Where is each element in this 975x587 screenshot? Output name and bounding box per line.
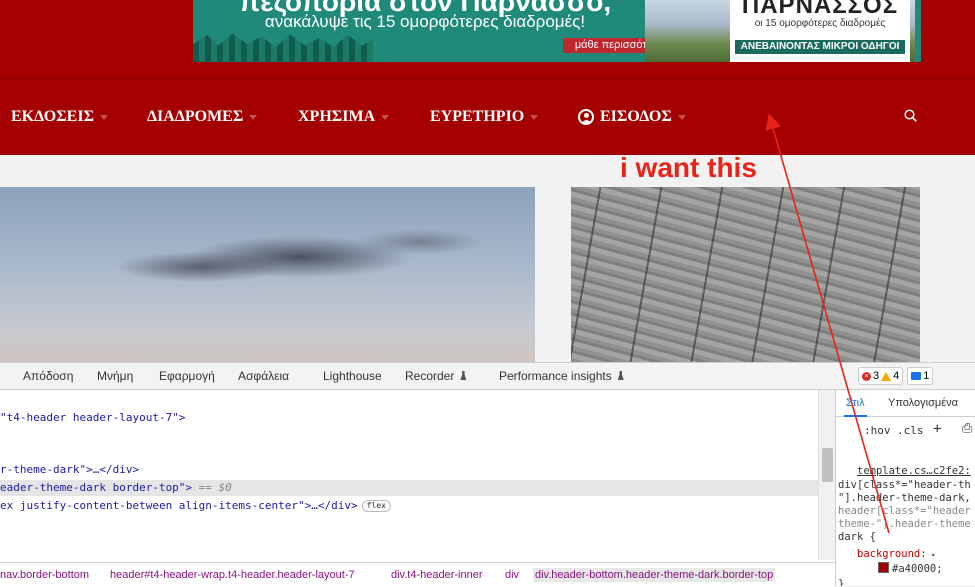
tab-computed[interactable]: Υπολογισμένα	[888, 397, 958, 409]
error-warning-badge[interactable]: × 3 4	[858, 367, 904, 385]
flask-icon	[617, 371, 624, 380]
dom-node-line[interactable]: r-theme-dark">…</div>	[0, 462, 139, 478]
ad-forest-illustration	[193, 33, 373, 62]
css-property-name[interactable]: background:	[857, 548, 927, 560]
search-icon[interactable]	[904, 109, 917, 122]
nav-item-label: ΔΙΑΔΡΟΜΕΣ	[147, 108, 244, 125]
messages-badge[interactable]: 1	[907, 367, 934, 385]
caret-down-icon	[530, 114, 539, 120]
nav-item-label: ΕΚΔΟΣΕΙΣ	[11, 108, 95, 125]
breadcrumb: nav.border-bottom header#t4-header-wrap.…	[0, 562, 835, 587]
selector-line: div[class*="header-th	[838, 479, 971, 491]
add-rule-icon[interactable]: +	[933, 421, 941, 437]
hero-image-sky[interactable]	[0, 187, 535, 362]
devtools-tab-bar: Απόδοση Μνήμη Εφαρμογή Ασφάλεια Lighthou…	[0, 363, 975, 390]
user-circle-icon	[578, 109, 594, 125]
devtools-panel: Απόδοση Μνήμη Εφαρμογή Ασφάλεια Lighthou…	[0, 362, 975, 587]
tab-label: Recorder	[405, 369, 455, 383]
nav-item-eisodos[interactable]: ΕΙΣΟΔΟΣ	[578, 107, 686, 127]
ad-subheadline: ανακάλυψε τις 15 ομορφότερες διαδρομές!	[264, 12, 586, 31]
breadcrumb-item[interactable]: div.t4-header-inner	[391, 569, 483, 581]
elements-tree: "t4-header header-layout-7"> r-theme-dar…	[0, 390, 835, 560]
selector-line: dark {	[838, 531, 876, 543]
breadcrumb-item[interactable]: div	[505, 569, 519, 581]
print-icon[interactable]: ⎙	[962, 421, 972, 436]
caret-down-icon	[381, 114, 390, 120]
caret-down-icon	[249, 114, 258, 120]
selector-line: header[class*="header	[838, 505, 971, 517]
elements-scrollbar[interactable]	[818, 390, 836, 560]
error-count: 3	[873, 370, 880, 382]
styles-pane: Στιλ Υπολογισμένα :hov .cls + ⎙ template…	[835, 390, 975, 586]
nav-item-eyretirio[interactable]: ΕΥΡΕΤΗΡΙΟ	[430, 107, 539, 127]
rock-image[interactable]	[571, 187, 920, 362]
flask-icon	[460, 371, 467, 380]
error-icon: ×	[862, 371, 871, 381]
cls-toggle[interactable]: .cls	[897, 424, 924, 437]
tab-memory[interactable]: Μνήμη	[97, 369, 133, 383]
scrollbar-thumb[interactable]	[822, 448, 833, 482]
tab-recorder[interactable]: Recorder	[405, 369, 467, 383]
flex-badge[interactable]: flex	[361, 500, 391, 512]
tab-security[interactable]: Ασφάλεια	[238, 369, 289, 383]
selector-line: "].header-theme-dark,	[838, 492, 971, 504]
advertisement-banner[interactable]: πεζοπορία στον Παρνασσό, ανακάλυψε τις 1…	[193, 0, 921, 62]
ad-brand-block: ΠΑΡΝΑΣΣΟΣ οι 15 ομορφότερες διαδρομές ΑΝ…	[730, 0, 910, 62]
tab-performance[interactable]: Απόδοση	[23, 369, 73, 383]
color-swatch[interactable]	[878, 562, 889, 573]
tab-application[interactable]: Εφαρμογή	[159, 369, 215, 383]
top-banner-bar: πεζοπορία στον Παρνασσό, ανακάλυψε τις 1…	[0, 0, 975, 78]
main-navigation: ΕΚΔΟΣΕΙΣ ΔΙΑΔΡΟΜΕΣ ΧΡΗΣΙΜΑ ΕΥΡΕΤΗΡΙΟ ΕΙΣ…	[0, 78, 975, 155]
caret-down-icon	[100, 114, 109, 120]
ad-brand-title: ΠΑΡΝΑΣΣΟΣ	[741, 0, 899, 19]
nav-item-diadromes[interactable]: ΔΙΑΔΡΟΜΕΣ	[147, 107, 258, 127]
dom-node-text: "t4-header header-layout-7">	[0, 411, 186, 424]
ad-brand-strip: ΑΝΕΒΑΙΝΟΝΤΑΣ ΜΙΚΡΟΙ ΟΔΗΓΟΙ	[735, 40, 905, 54]
warning-icon	[881, 371, 892, 381]
message-icon	[911, 372, 922, 380]
tab-performance-insights[interactable]: Performance insights	[499, 369, 624, 383]
breadcrumb-item-active[interactable]: div.header-bottom.header-theme-dark.bord…	[533, 568, 776, 582]
selector-line: theme-"].header-theme	[838, 518, 971, 530]
caret-down-icon	[677, 114, 686, 120]
nav-item-label: ΕΥΡΕΤΗΡΙΟ	[430, 108, 525, 125]
breadcrumb-item[interactable]: header#t4-header-wrap.t4-header.header-l…	[110, 569, 355, 581]
message-count: 1	[923, 370, 930, 382]
nav-item-ekdoseis[interactable]: ΕΚΔΟΣΕΙΣ	[11, 107, 109, 127]
issue-badges: × 3 4 1	[858, 367, 934, 385]
stylesheet-link[interactable]: template.cs…c2fe2:	[857, 465, 971, 477]
ad-brand-subtitle: οι 15 ομορφότερες διαδρομές	[754, 18, 886, 29]
tab-label: Performance insights	[499, 369, 612, 383]
selected-dom-node[interactable]: eader-theme-dark border-top"> == $0	[0, 480, 818, 496]
dollar-zero-marker: == $0	[192, 481, 232, 494]
nav-item-xrisima[interactable]: ΧΡΗΣΙΜΑ	[298, 107, 390, 127]
annotation-text: i want this	[620, 152, 757, 183]
warning-count: 4	[893, 370, 900, 382]
nav-item-label: ΧΡΗΣΙΜΑ	[298, 108, 376, 125]
tab-styles[interactable]: Στιλ	[844, 397, 867, 417]
tab-lighthouse[interactable]: Lighthouse	[323, 369, 382, 383]
dom-node-text: eader-theme-dark border-top">	[0, 481, 193, 494]
dom-node-text: ex justify-content-between align-items-c…	[0, 499, 358, 512]
css-property-value[interactable]: #a40000;	[892, 563, 943, 575]
styles-tab-bar: Στιλ Υπολογισμένα	[836, 390, 975, 417]
hov-toggle[interactable]: :hov	[864, 424, 891, 437]
dom-node-line[interactable]: "t4-header header-layout-7">	[0, 410, 185, 426]
nav-item-label: ΕΙΣΟΔΟΣ	[600, 108, 672, 125]
dom-node-text: r-theme-dark">…</div>	[0, 463, 140, 476]
dom-node-line[interactable]: ex justify-content-between align-items-c…	[0, 498, 391, 514]
breadcrumb-item[interactable]: nav.border-bottom	[0, 569, 89, 581]
